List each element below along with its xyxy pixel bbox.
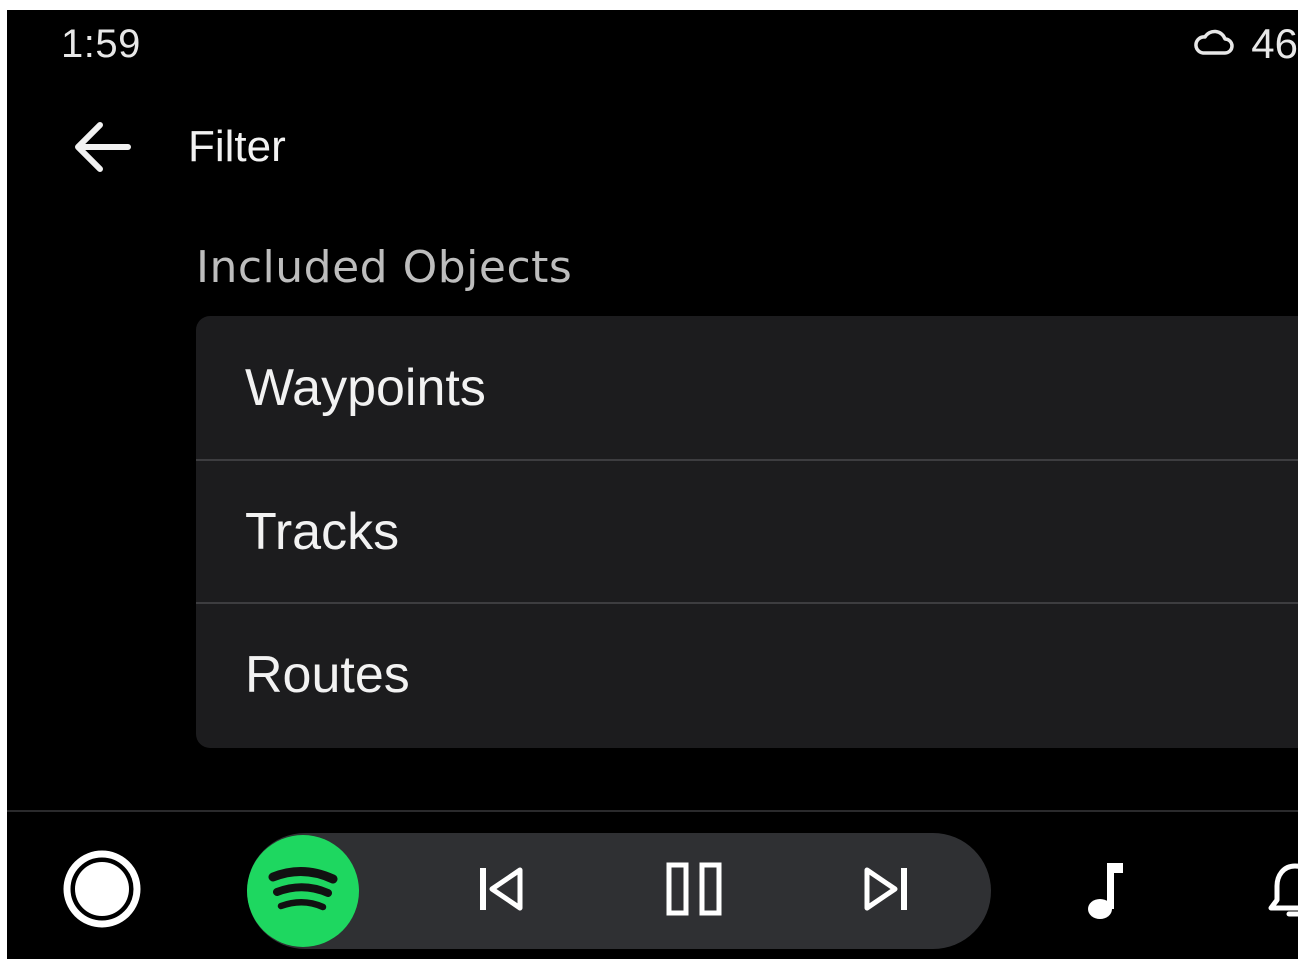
arrow-back-icon: [70, 115, 134, 183]
skip-next-icon: [859, 864, 913, 918]
section-label: Included Objects: [196, 242, 573, 293]
next-button[interactable]: [850, 855, 922, 927]
list-item-label: Waypoints: [245, 358, 486, 417]
list-item-label: Tracks: [245, 502, 400, 561]
skip-previous-icon: [474, 864, 528, 918]
list-item-tracks[interactable]: Tracks: [196, 459, 1298, 602]
home-button[interactable]: [57, 846, 147, 936]
bottom-divider: [7, 810, 1298, 812]
filter-list: Waypoints Tracks Routes: [196, 316, 1298, 748]
status-right: 46: [1193, 20, 1298, 68]
pause-button[interactable]: [658, 855, 730, 927]
spotify-icon: [265, 861, 341, 921]
back-button[interactable]: [59, 106, 145, 192]
media-controls-pill: [247, 833, 991, 949]
bell-icon: [1265, 858, 1298, 926]
music-button[interactable]: [1069, 856, 1141, 928]
list-item-routes[interactable]: Routes: [196, 602, 1298, 745]
page-title: Filter: [188, 122, 286, 171]
pause-icon: [665, 862, 723, 920]
previous-button[interactable]: [465, 855, 537, 927]
spotify-app-button[interactable]: [247, 835, 359, 947]
notification-button[interactable]: [1265, 856, 1298, 928]
cloud-icon: [1193, 26, 1235, 62]
status-time: 1:59: [61, 22, 141, 66]
home-circle-icon: [62, 849, 142, 933]
list-item-waypoints[interactable]: Waypoints: [196, 316, 1298, 459]
android-auto-screen: 1:59 46 Filter Included Objects Waypoint…: [7, 10, 1298, 959]
music-note-icon: [1083, 859, 1127, 925]
status-temperature: 46: [1251, 20, 1298, 67]
list-item-label: Routes: [245, 645, 410, 704]
